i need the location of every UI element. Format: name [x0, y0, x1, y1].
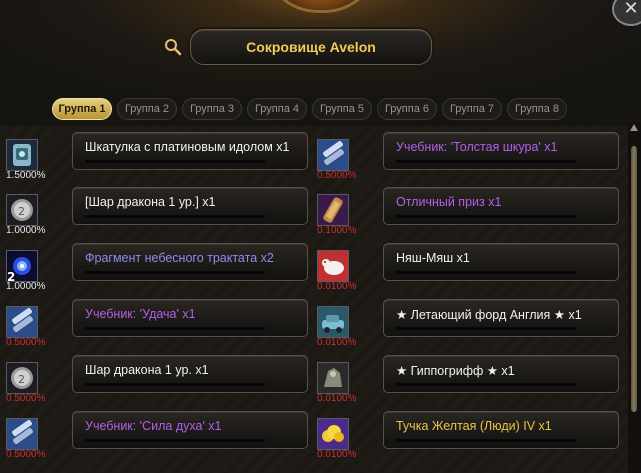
dragon-orb-icon[interactable]: 2	[6, 362, 38, 394]
drop-chance: 0.5000%	[317, 170, 357, 181]
drop-chance: 0.5000%	[6, 337, 46, 348]
right-item[interactable]: 0.0100% ★ Гиппогрифф ★ x1	[311, 353, 623, 404]
hippogriff-icon[interactable]	[317, 362, 349, 394]
item-name-plate: [Шар дракона 1 ур.] x1	[72, 187, 308, 225]
right-item[interactable]: 0.0100% ★ Летающий форд Англия ★ x1	[311, 297, 623, 348]
item-name-plate: Няш-Мяш x1	[383, 243, 619, 281]
item-name: Шар дракона 1 ур. x1	[85, 363, 209, 377]
item-name-plate: Отличный приз x1	[383, 187, 619, 225]
right-item[interactable]: 0.1000% Отличный приз x1	[311, 185, 623, 236]
svg-text:2: 2	[18, 373, 25, 386]
tab-group-3[interactable]: Группа 3	[182, 98, 242, 120]
drop-chance: 0.1000%	[317, 225, 357, 236]
drop-chance: 1.0000%	[6, 281, 46, 292]
left-item[interactable]: 2 0.5000% Шар дракона 1 ур. x1	[0, 353, 312, 404]
textbook-icon[interactable]	[317, 139, 349, 171]
drop-chance: 0.0100%	[317, 449, 357, 460]
tab-group-5[interactable]: Группа 5	[312, 98, 372, 120]
item-name: ★ Гиппогрифф ★ x1	[396, 364, 515, 378]
tab-group-2[interactable]: Группа 2	[117, 98, 177, 120]
item-name-plate: ★ Летающий форд Англия ★ x1	[383, 299, 619, 337]
right-item[interactable]: 0.0100% Тучка Желтая (Люди) IV x1	[311, 409, 623, 460]
right-item[interactable]: 0.0100% Няш-Мяш x1	[311, 241, 623, 292]
svg-text:2: 2	[18, 205, 25, 218]
left-item[interactable]: 1.5000% Шкатулка с платиновым идолом x1	[0, 130, 312, 181]
item-progress-track	[85, 439, 265, 442]
drop-chance: 1.0000%	[6, 225, 46, 236]
item-progress-track	[396, 160, 576, 163]
item-name: ★ Летающий форд Англия ★ x1	[396, 308, 582, 322]
item-progress-track	[85, 327, 265, 330]
left-item[interactable]: 0.5000% Учебник: 'Сила духа' x1	[0, 409, 312, 460]
drop-chance: 0.0100%	[317, 281, 357, 292]
drop-chance: 0.5000%	[6, 393, 46, 404]
item-progress-track	[396, 271, 576, 274]
tab-group-1[interactable]: Группа 1	[52, 98, 112, 120]
page-title: Сокровище Avelon	[246, 39, 376, 55]
scroll-thumb[interactable]	[631, 146, 637, 412]
left-item[interactable]: 0.5000% Учебник: 'Удача' x1	[0, 297, 312, 348]
tab-group-6[interactable]: Группа 6	[377, 98, 437, 120]
item-name: Отличный приз x1	[396, 195, 502, 209]
yellow-cloud-icon[interactable]	[317, 418, 349, 450]
search-icon[interactable]	[164, 38, 182, 56]
tab-group-4[interactable]: Группа 4	[247, 98, 307, 120]
drop-chance: 0.0100%	[317, 337, 357, 348]
item-progress-track	[396, 327, 576, 330]
item-name: [Шар дракона 1 ур.] x1	[85, 195, 216, 209]
item-name-plate: Шкатулка с платиновым идолом x1	[72, 132, 308, 170]
tab-group-8[interactable]: Группа 8	[507, 98, 567, 120]
close-icon: ✕	[623, 0, 639, 19]
drop-chance: 0.5000%	[6, 449, 46, 460]
dragon-orb-icon[interactable]: 2	[6, 194, 38, 226]
item-name-plate: Тучка Желтая (Люди) IV x1	[383, 411, 619, 449]
item-name: Няш-Мяш x1	[396, 251, 470, 265]
item-progress-track	[85, 160, 265, 163]
item-progress-track	[85, 383, 265, 386]
item-name-plate: Учебник: 'Толстая шкура' x1	[383, 132, 619, 170]
item-progress-track	[85, 215, 265, 218]
drop-chance: 1.5000%	[6, 170, 46, 181]
items-panel: 1.5000% Шкатулка с платиновым идолом x1 2 1…	[0, 126, 628, 473]
textbook-icon[interactable]	[6, 306, 38, 338]
item-name-plate: Учебник: 'Сила духа' x1	[72, 411, 308, 449]
prize-scroll-icon[interactable]	[317, 194, 349, 226]
item-name-plate: Шар дракона 1 ур. x1	[72, 355, 308, 393]
item-name: Учебник: 'Удача' x1	[85, 307, 196, 321]
item-progress-track	[396, 383, 576, 386]
tab-group-7[interactable]: Группа 7	[442, 98, 502, 120]
item-name: Учебник: 'Сила духа' x1	[85, 419, 222, 433]
flying-car-icon[interactable]	[317, 306, 349, 338]
treasure-title-plate: Сокровище Avelon	[190, 29, 432, 65]
item-name-plate: Фрагмент небесного трактата x2	[72, 243, 308, 281]
item-progress-track	[396, 215, 576, 218]
item-name: Тучка Желтая (Люди) IV x1	[396, 419, 552, 433]
left-item[interactable]: 2 1.0000% [Шар дракона 1 ур.] x1	[0, 185, 312, 236]
pet-sheep-icon[interactable]	[317, 250, 349, 282]
item-name: Учебник: 'Толстая шкура' x1	[396, 140, 558, 154]
item-name: Фрагмент небесного трактата x2	[85, 251, 274, 265]
item-progress-track	[85, 271, 265, 274]
item-name-plate: ★ Гиппогрифф ★ x1	[383, 355, 619, 393]
left-item[interactable]: 2 1.0000% Фрагмент небесного трактата x2	[0, 241, 312, 292]
scroll-up-arrow-icon[interactable]	[630, 124, 638, 131]
scrollbar[interactable]	[628, 122, 641, 473]
drop-chance: 0.0100%	[317, 393, 357, 404]
scroll-box-icon[interactable]	[6, 139, 38, 171]
textbook-icon[interactable]	[6, 418, 38, 450]
right-item[interactable]: 0.5000% Учебник: 'Толстая шкура' x1	[311, 130, 623, 181]
item-name: Шкатулка с платиновым идолом x1	[85, 140, 290, 154]
item-progress-track	[396, 439, 576, 442]
item-name-plate: Учебник: 'Удача' x1	[72, 299, 308, 337]
